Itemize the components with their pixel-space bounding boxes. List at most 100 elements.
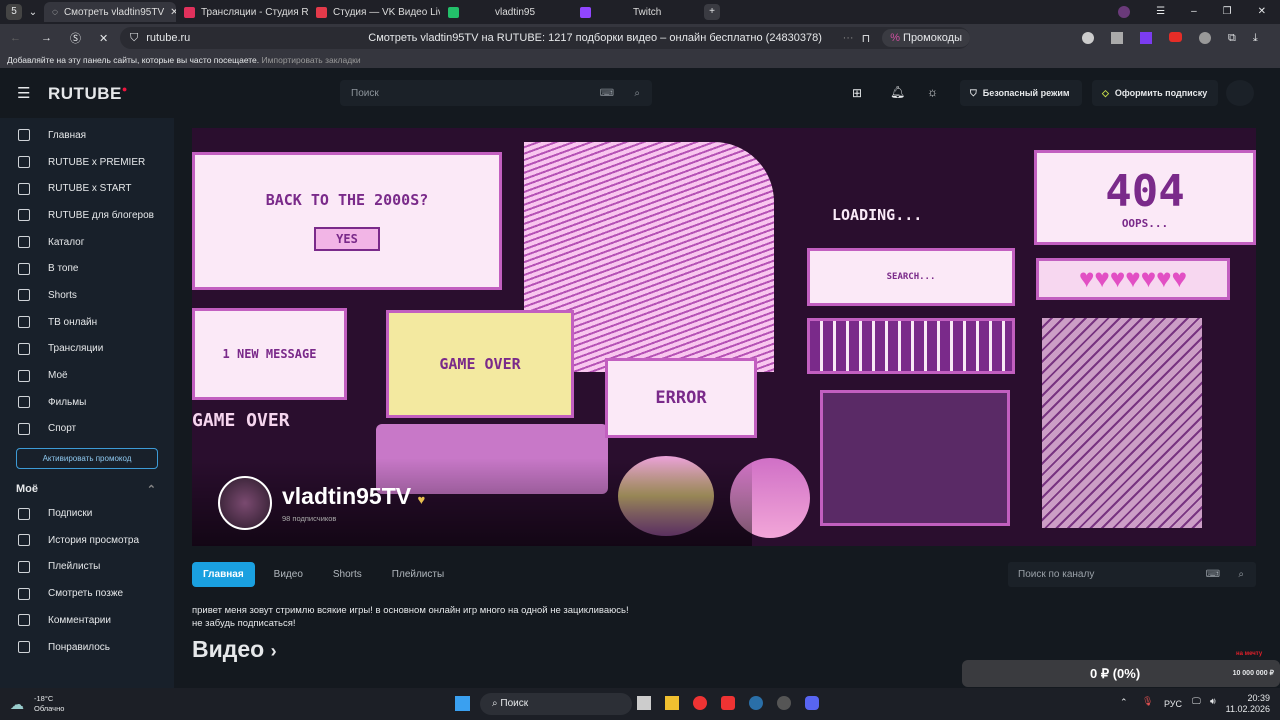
profile-avatar[interactable] <box>1118 6 1131 18</box>
network-icon[interactable]: 🖵︎ <box>1192 696 1201 707</box>
windows-start-icon[interactable] <box>455 696 470 711</box>
sidebar-item-label: Главная <box>48 129 87 141</box>
bookmark-icon[interactable]: ⊓ <box>862 32 871 45</box>
sidebar-item[interactable]: RUTUBE x START <box>0 175 174 202</box>
task-view-icon[interactable] <box>637 696 651 710</box>
promo-button[interactable]: % Промокоды <box>882 29 970 47</box>
safe-mode-button[interactable]: ⛉ Безопасный режим <box>960 80 1082 106</box>
keyboard-icon[interactable]: ⌨ <box>1206 569 1220 580</box>
import-bookmarks-link[interactable]: Импортировать закладки <box>262 55 361 65</box>
theme-icon[interactable]: ☼ <box>927 85 938 99</box>
tab-vladtin95[interactable]: vladtin95 <box>440 2 572 22</box>
sidebar-item[interactable]: Главная <box>0 122 174 149</box>
search-input[interactable]: Поиск ⌨ ⌕ <box>340 80 652 106</box>
sidebar-item[interactable]: RUTUBE x PREMIER <box>0 149 174 176</box>
sidebar-item[interactable]: Моё <box>0 362 174 389</box>
sidebar-item-label: Плейлисты <box>48 561 101 573</box>
tab-playlists[interactable]: Плейлисты <box>381 562 455 587</box>
sidebar-item[interactable]: RUTUBE для блогеров <box>0 202 174 229</box>
sidebar-item-label: Подписки <box>48 508 93 520</box>
sidebar-item[interactable]: ТВ онлайн <box>0 309 174 336</box>
banner-text: ERROR <box>605 358 757 438</box>
url-field[interactable]: ⛉ rutube.ru Смотреть vladtin95TV на RUTU… <box>120 27 970 49</box>
yandex-browser-icon[interactable] <box>693 696 707 710</box>
taskbar-search-label: Поиск <box>500 698 529 709</box>
chevron-up-icon[interactable]: ⌃ <box>147 483 156 496</box>
protect-icon[interactable]: Ⓢ <box>70 30 81 46</box>
upload-icon[interactable]: ⊞ <box>852 86 862 100</box>
subscribe-button[interactable]: ◇ Оформить подписку <box>1092 80 1218 106</box>
steam-icon[interactable] <box>749 696 763 710</box>
close-window-icon[interactable]: ✕ <box>1258 6 1266 18</box>
restore-icon[interactable]: ❐ <box>1223 6 1232 18</box>
tab-rutube-studio[interactable]: Трансляции - Студия RUTUBE <box>176 2 308 22</box>
sidebar-item[interactable]: Плейлисты <box>0 554 174 581</box>
activate-promo-button[interactable]: Активировать промокод <box>16 448 158 470</box>
extension-icon[interactable] <box>1082 31 1094 44</box>
tab-counter[interactable]: 5 <box>6 4 22 20</box>
videos-heading-link[interactable]: Видео › <box>192 636 277 663</box>
extension-icon[interactable] <box>1140 31 1152 44</box>
my-section-header[interactable]: Моё ⌃ <box>0 475 174 500</box>
tabs-dropdown[interactable]: ⌄ <box>22 7 44 18</box>
sidebar-item[interactable]: Спорт <box>0 416 174 443</box>
channel-search-input[interactable]: Поиск по каналу ⌨ ⌕ <box>1008 562 1256 587</box>
shield-check-icon: ⛉ <box>970 87 977 98</box>
user-avatar[interactable] <box>1226 80 1254 106</box>
stop-loading-icon[interactable]: ✕ <box>99 32 108 45</box>
tab-label: Трансляции - Студия RUTUBE <box>201 6 308 18</box>
clock[interactable]: 20:39 11.02.2026 <box>1226 693 1270 715</box>
download-icon[interactable]: ⤓ <box>1253 32 1258 45</box>
twitch-favicon <box>580 6 591 18</box>
minimize-icon[interactable]: – <box>1191 6 1197 18</box>
hamburger-icon[interactable]: ☰ <box>17 84 30 102</box>
weather-widget[interactable]: -18°C Облачно <box>34 694 64 714</box>
forward-icon[interactable]: → <box>41 32 52 44</box>
page-title: Смотреть vladtin95TV на RUTUBE: 1217 под… <box>368 32 822 44</box>
search-icon[interactable]: ⌕ <box>1238 569 1244 580</box>
sidebar-item[interactable]: Каталог <box>0 229 174 256</box>
discord-icon[interactable] <box>805 696 819 710</box>
sidebar-item[interactable]: Shorts <box>0 282 174 309</box>
sidebar-icon[interactable]: ⧉ <box>1228 32 1236 45</box>
vk-favicon <box>316 6 327 18</box>
tab-rutube[interactable]: ◌ Смотреть vladtin95TV ✕ <box>44 2 176 22</box>
sidebar-item-icon <box>18 289 30 302</box>
file-explorer-icon[interactable] <box>665 696 679 710</box>
keyboard-icon[interactable]: ⌨ <box>600 88 614 99</box>
new-tab-button[interactable]: + <box>704 4 720 20</box>
obs-icon[interactable] <box>777 696 791 710</box>
microphone-icon[interactable]: 🎙︎ <box>1142 696 1153 707</box>
extension-icon[interactable] <box>1199 31 1211 44</box>
sidebar-item[interactable]: Фильмы <box>0 389 174 416</box>
tab-shorts[interactable]: Shorts <box>322 562 373 587</box>
sidebar-item[interactable]: История просмотра <box>0 527 174 554</box>
back-icon[interactable]: ← <box>10 32 21 44</box>
tab-twitch[interactable]: Twitch <box>572 2 704 22</box>
sidebar-item[interactable]: В топе <box>0 255 174 282</box>
bell-icon[interactable]: 🔔︎ <box>890 85 905 99</box>
menu-icon[interactable]: ☰ <box>1156 6 1165 18</box>
sidebar-item[interactable]: Смотреть позже <box>0 580 174 607</box>
more-icon[interactable]: ··· <box>843 32 854 44</box>
tab-videos[interactable]: Видео <box>263 562 314 587</box>
youtube-icon[interactable] <box>1169 31 1182 42</box>
search-icon[interactable]: ⌕ <box>634 88 640 99</box>
language-indicator[interactable]: РУС <box>1164 699 1182 709</box>
yandex-icon[interactable] <box>721 696 735 710</box>
tray-chevron-icon[interactable]: ⌃ <box>1120 697 1128 708</box>
channel-avatar[interactable] <box>218 476 272 530</box>
taskbar-search[interactable]: ⌕ Поиск <box>480 693 632 715</box>
sidebar-item[interactable]: Подписки <box>0 500 174 527</box>
sidebar-item[interactable]: Понравилось <box>0 634 174 661</box>
tab-vk[interactable]: Студия — VK Видео Live <box>308 2 440 22</box>
tab-main[interactable]: Главная <box>192 562 255 587</box>
sidebar-item-label: Смотреть позже <box>48 588 124 600</box>
sidebar-item[interactable]: Трансляции <box>0 336 174 363</box>
sidebar-item[interactable]: Комментарии <box>0 607 174 634</box>
sidebar-item-icon <box>18 507 30 520</box>
extension-icon[interactable] <box>1111 31 1123 44</box>
sidebar-item-icon <box>18 534 30 547</box>
volume-icon[interactable]: 🔊︎ <box>1210 696 1216 707</box>
rutube-logo[interactable]: RUTUBE● <box>48 84 128 104</box>
